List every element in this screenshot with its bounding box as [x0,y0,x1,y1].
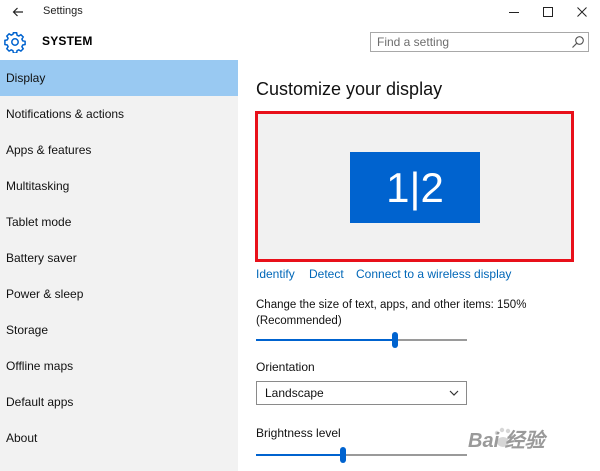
brightness-label: Brightness level [256,426,341,440]
title-bar: Settings [0,0,600,24]
monitor-tile[interactable]: 1|2 [350,152,480,223]
sidebar-item-battery-saver[interactable]: Battery saver [0,240,238,276]
minimize-icon [509,12,519,13]
close-button[interactable] [565,0,599,24]
watermark-text: Bai 经验 [468,430,545,452]
sidebar-item-power-sleep[interactable]: Power & sleep [0,276,238,312]
scale-slider-thumb[interactable] [392,332,398,348]
window-title: Settings [43,5,83,17]
back-arrow-icon [12,7,23,17]
maximize-button[interactable] [531,0,565,24]
sidebar-item-apps-features[interactable]: Apps & features [0,132,238,168]
back-button[interactable] [0,0,36,24]
brightness-slider-fill [256,454,343,456]
header: SYSTEM [0,24,600,60]
wireless-display-link[interactable]: Connect to a wireless display [356,267,511,281]
sidebar-item-display[interactable]: Display [0,60,238,96]
orientation-label: Orientation [256,360,315,374]
scale-slider[interactable] [256,330,467,350]
sidebar: Display Notifications & actions Apps & f… [0,60,238,471]
search-box[interactable] [370,32,589,52]
scale-slider-fill [256,339,395,341]
minimize-button[interactable] [497,0,531,24]
sidebar-item-about[interactable]: About [0,420,238,456]
sidebar-item-multitasking[interactable]: Multitasking [0,168,238,204]
sidebar-item-notifications[interactable]: Notifications & actions [0,96,238,132]
search-icon[interactable] [571,35,585,49]
identify-link[interactable]: Identify [256,267,295,281]
sidebar-item-offline-maps[interactable]: Offline maps [0,348,238,384]
section-title: SYSTEM [42,34,93,48]
chevron-down-icon [449,390,459,396]
sidebar-item-tablet-mode[interactable]: Tablet mode [0,204,238,240]
display-preview: 1|2 [255,111,574,262]
brightness-slider-thumb[interactable] [340,447,346,463]
maximize-icon [543,7,553,17]
brightness-slider[interactable] [256,445,467,465]
scale-label: Change the size of text, apps, and other… [256,299,527,327]
search-input[interactable] [371,33,573,51]
orientation-dropdown[interactable]: Landscape [256,381,467,405]
main-content: Customize your display 1|2 Identify Dete… [238,60,600,471]
close-icon [577,7,587,17]
sidebar-item-storage[interactable]: Storage [0,312,238,348]
sidebar-item-default-apps[interactable]: Default apps [0,384,238,420]
gear-icon [4,32,26,53]
detect-link[interactable]: Detect [309,267,344,281]
page-title: Customize your display [256,79,443,99]
orientation-value: Landscape [265,386,324,400]
